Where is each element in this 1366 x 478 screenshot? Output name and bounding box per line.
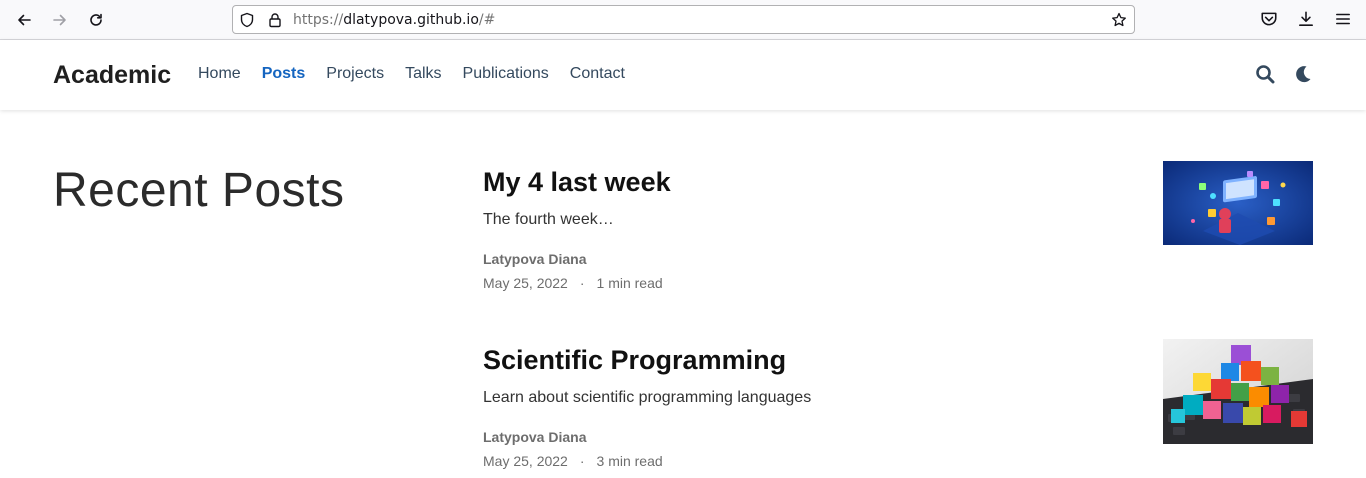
nav-item-home[interactable]: Home [198,64,241,84]
forward-button[interactable] [48,8,72,32]
post-date: May 25, 2022 [483,453,568,469]
star-icon[interactable] [1111,12,1127,28]
shield-icon[interactable] [239,12,255,28]
section-title: Recent Posts [53,164,345,217]
post-item: Scientific Programming Learn about scien… [483,339,1363,478]
post-item: My 4 last week The fourth week… Latypova… [483,161,1363,304]
post-reading-time: 3 min read [596,453,663,469]
post-meta: May 25, 2022 · 3 min read [483,452,663,470]
lock-icon[interactable] [267,12,283,28]
post-thumbnail-image [1163,339,1313,444]
post-summary: The fourth week… [483,211,614,228]
post-summary: Learn about scientific programming langu… [483,389,812,406]
nav-item-talks[interactable]: Talks [405,64,441,84]
post-reading-time: 1 min read [596,275,663,291]
post-author[interactable]: Latypova Diana [483,428,586,446]
post-title-link[interactable]: My 4 last week [483,164,671,200]
nav-item-projects[interactable]: Projects [326,64,384,84]
url-domain: dlatypova.github.io [343,12,479,28]
meta-separator: · [579,275,585,291]
moon-icon[interactable] [1293,64,1313,84]
meta-separator: · [579,453,585,469]
post-meta: May 25, 2022 · 1 min read [483,274,663,292]
post-date: May 25, 2022 [483,275,568,291]
reload-button[interactable] [84,8,108,32]
main-nav: Home Posts Projects Talks Publications C… [198,64,646,84]
nav-item-publications[interactable]: Publications [463,64,549,84]
arrow-left-icon [18,14,31,26]
download-icon[interactable] [1297,10,1315,28]
site-header: Academic Home Posts Projects Talks Publi… [0,40,1366,110]
arrow-right-icon [53,14,66,26]
url-text[interactable]: https://dlatypova.github.io/# [293,12,495,28]
url-bar[interactable]: https://dlatypova.github.io/# [232,5,1135,34]
post-thumbnail[interactable] [1163,161,1313,245]
nav-item-contact[interactable]: Contact [570,64,625,84]
search-icon[interactable] [1255,64,1275,84]
post-thumbnail-image [1163,161,1313,245]
back-button[interactable] [12,8,36,32]
post-title-link[interactable]: Scientific Programming [483,342,786,378]
url-prefix: https:// [293,12,344,28]
post-author[interactable]: Latypova Diana [483,250,586,268]
reload-icon [90,13,102,26]
nav-item-posts[interactable]: Posts [262,64,306,84]
pocket-icon[interactable] [1260,10,1278,28]
brand-logo[interactable]: Academic [53,60,171,90]
url-suffix: /# [478,12,496,28]
browser-toolbar: https://dlatypova.github.io/# [0,0,1366,40]
post-thumbnail[interactable] [1163,339,1313,444]
hamburger-menu-icon[interactable] [1334,10,1352,28]
